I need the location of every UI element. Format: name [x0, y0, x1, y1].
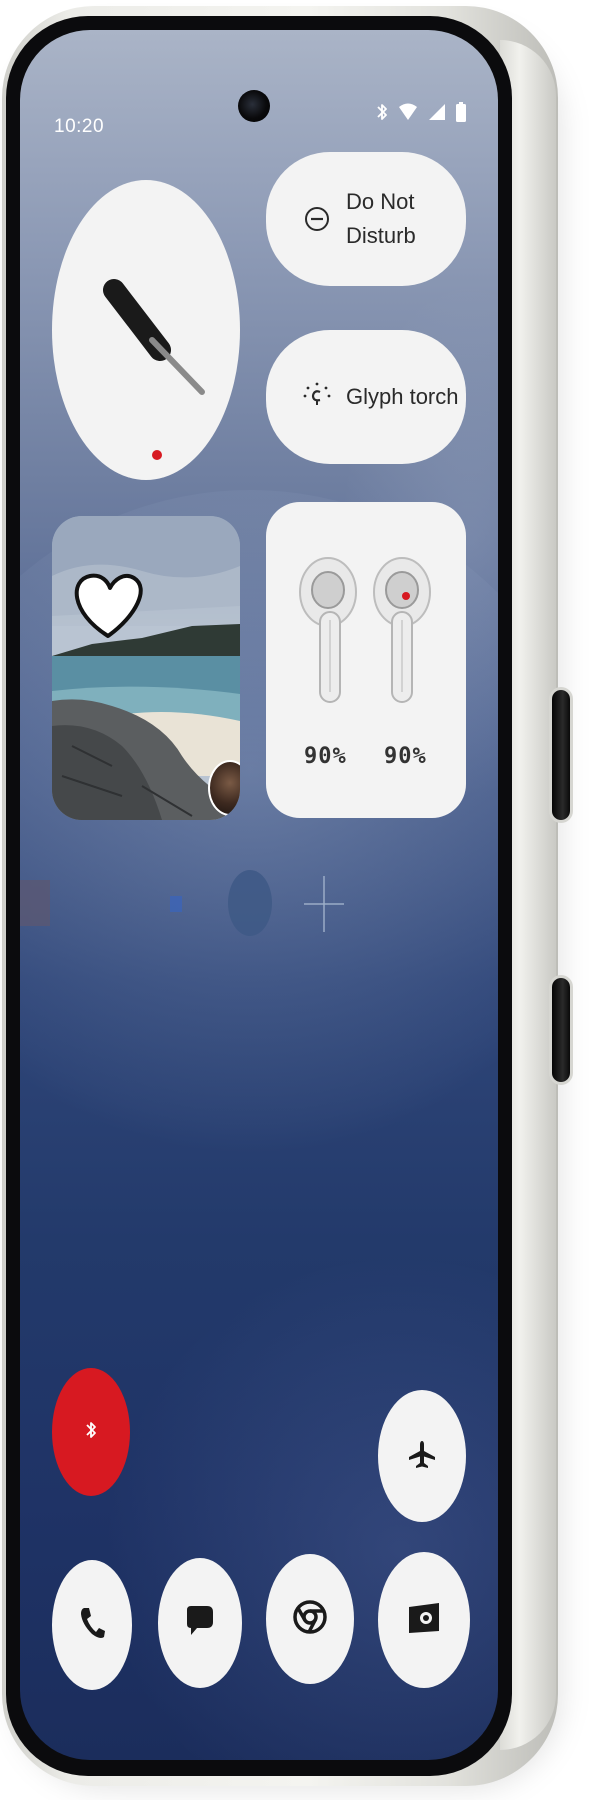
do-not-disturb-label: Do Not Disturb — [346, 189, 416, 248]
do-not-disturb-toggle[interactable]: Do Not Disturb — [266, 152, 466, 286]
power-button[interactable] — [552, 690, 570, 820]
clock-widget[interactable] — [52, 180, 240, 480]
glyph-torch-label: Glyph torch — [346, 384, 459, 409]
battery-icon — [456, 102, 466, 122]
left-earbud-icon — [299, 557, 357, 703]
clock-second-dot — [152, 450, 162, 460]
messages-app[interactable] — [158, 1558, 242, 1688]
earbuds-battery-widget[interactable]: 90% 90% — [266, 502, 466, 818]
cellular-signal-icon — [428, 103, 446, 121]
right-earbud-battery: 90% — [384, 744, 427, 769]
wallpaper-glyph-dot — [170, 896, 182, 912]
camera-icon — [406, 1601, 442, 1640]
left-earbud-battery: 90% — [304, 744, 347, 769]
clock-minute-hand — [149, 337, 205, 395]
wallpaper-glyph-circle — [228, 870, 272, 936]
wifi-icon — [398, 103, 418, 121]
glyph-torch-toggle[interactable]: Glyph torch — [266, 330, 466, 464]
wallpaper-glyph-plus — [304, 876, 344, 932]
right-earbud-icon — [373, 557, 431, 703]
messages-icon — [183, 1604, 217, 1643]
photo-widget[interactable] — [52, 516, 240, 820]
camera-app[interactable] — [378, 1552, 470, 1688]
chrome-icon — [292, 1599, 328, 1640]
phone-app[interactable] — [52, 1560, 132, 1690]
chrome-app[interactable] — [266, 1554, 354, 1684]
side-key-button[interactable] — [552, 978, 570, 1082]
airplane-mode-toggle[interactable] — [378, 1390, 466, 1522]
do-not-disturb-icon — [288, 206, 346, 232]
heart-icon[interactable] — [74, 573, 143, 638]
status-time: 10:20 — [54, 116, 105, 137]
airplane-icon — [407, 1439, 437, 1474]
bluetooth-icon — [376, 102, 388, 122]
phone-icon — [78, 1606, 106, 1645]
wallpaper-glyph-square — [20, 880, 50, 926]
bluetooth-icon — [85, 1419, 97, 1446]
status-icons — [376, 102, 466, 122]
front-camera — [238, 90, 270, 122]
glyph-torch-icon — [288, 382, 346, 412]
home-screen: 10:20 Do Not Disturb Glyph torch 90% 90% — [20, 30, 498, 1760]
bluetooth-toggle[interactable] — [52, 1368, 130, 1496]
